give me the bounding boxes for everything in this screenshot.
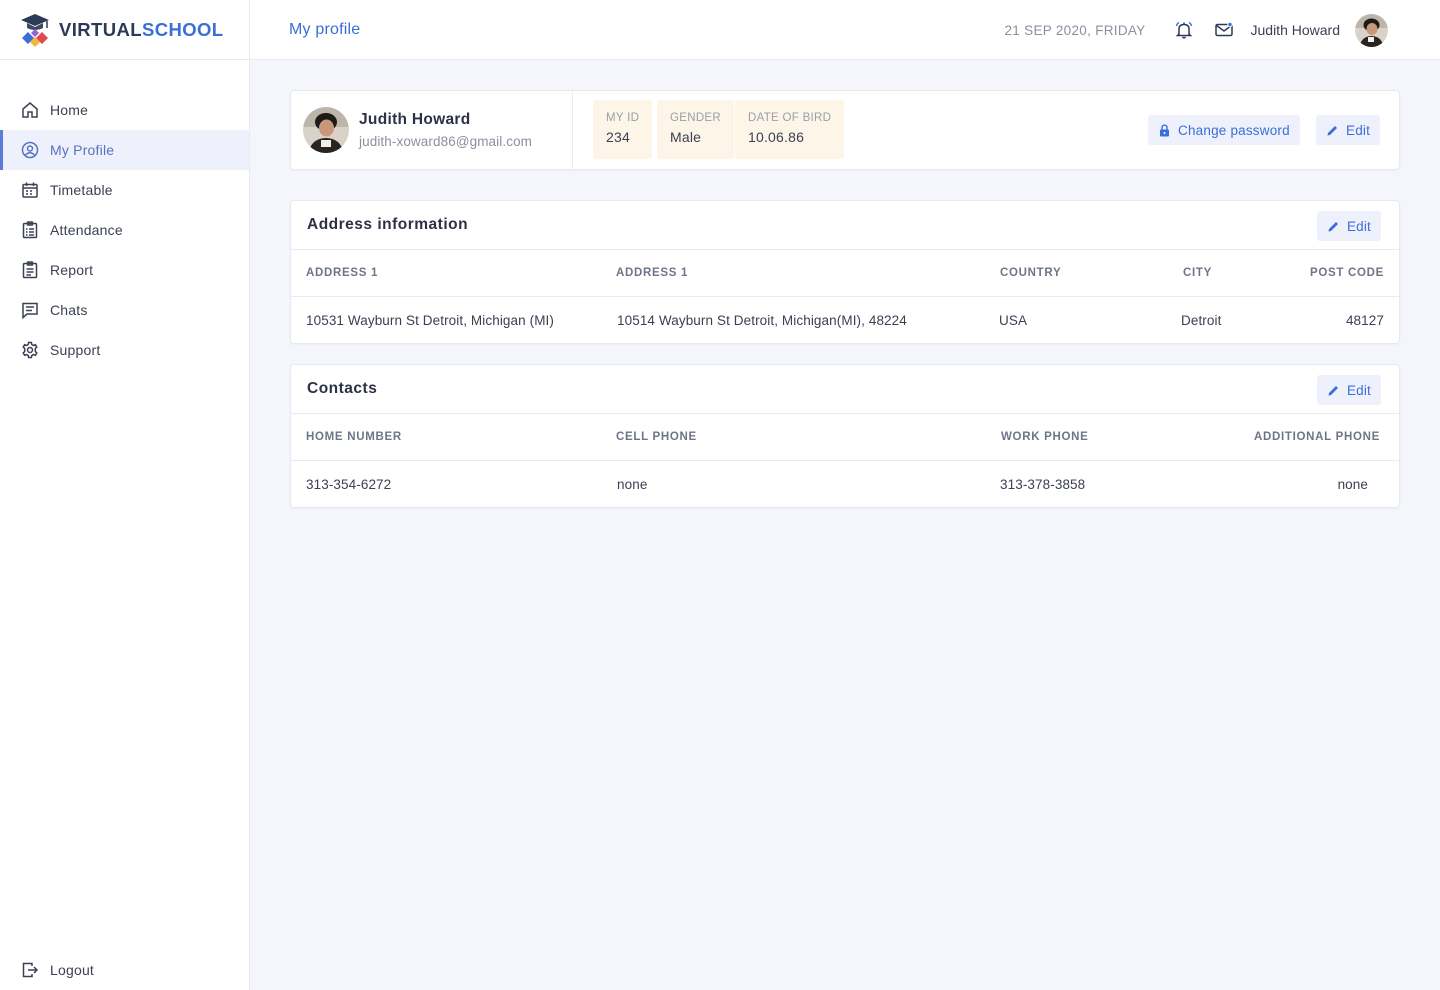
logout-icon: [22, 962, 39, 978]
change-password-label: Change password: [1178, 122, 1290, 138]
notifications-bell-icon[interactable]: [1174, 20, 1194, 40]
sidebar-item-label: Report: [50, 262, 94, 278]
sidebar: VIRTUALSCHOOL Home My Profile Timetable …: [0, 0, 250, 990]
column-header: ADDRESS 1: [616, 267, 689, 279]
table-cell: 313-354-6272: [306, 477, 392, 492]
edit-label: Edit: [1346, 122, 1371, 138]
topbar-right: 21 SEP 2020, FRIDAY Judith Howard: [1004, 0, 1388, 60]
chip-label: DATE OF BIRD: [748, 112, 832, 124]
header-avatar[interactable]: [1355, 13, 1388, 47]
change-password-button[interactable]: Change password: [1148, 115, 1300, 145]
logo-icon: [21, 13, 49, 47]
table-row: 10531 Wayburn St Detroit, Michigan (MI) …: [291, 297, 1399, 343]
sidebar-item-report[interactable]: Report: [0, 250, 249, 290]
current-date: 21 SEP 2020, FRIDAY: [1004, 22, 1146, 38]
sidebar-item-label: My Profile: [50, 142, 115, 158]
table-cell: 48127: [1345, 313, 1384, 328]
sidebar-item-home[interactable]: Home: [0, 90, 249, 130]
section-header: Contacts Edit: [291, 365, 1399, 414]
edit-profile-button[interactable]: Edit: [1316, 115, 1381, 145]
profile-email: judith-xoward86@gmail.com: [359, 134, 533, 149]
sidebar-nav: Home My Profile Timetable Attendance Rep…: [0, 90, 249, 370]
brand-name: VIRTUALSCHOOL: [59, 18, 224, 40]
column-header: CELL PHONE: [616, 431, 697, 443]
table-cell: 10514 Wayburn St Detroit, Michigan(MI), …: [617, 313, 907, 328]
column-header: COUNTRY: [1000, 267, 1062, 279]
sidebar-item-chats[interactable]: Chats: [0, 290, 249, 330]
logout-label: Logout: [50, 962, 95, 978]
table-header-row: ADDRESS 1 ADDRESS 1 COUNTRY CITY POST CO…: [291, 250, 1399, 297]
chip-label: GENDER: [670, 112, 722, 124]
edit-address-button[interactable]: Edit: [1316, 211, 1381, 241]
sidebar-item-label: Chats: [50, 302, 88, 318]
topbar: My profile 21 SEP 2020, FRIDAY Judith Ho…: [250, 0, 1440, 60]
messages-mail-icon[interactable]: [1214, 20, 1234, 40]
profile-name-block: Judith Howard judith-xoward86@gmail.com: [359, 111, 532, 149]
page-title: My profile: [289, 20, 361, 38]
chip-label: MY ID: [606, 112, 640, 124]
avatar-photo-icon: [303, 107, 349, 153]
edit-contacts-button[interactable]: Edit: [1316, 375, 1381, 405]
avatar: [303, 107, 349, 153]
edit-label: Edit: [1346, 218, 1371, 234]
column-header: WORK PHONE: [1001, 431, 1089, 443]
table-cell: 313-378-3858: [1000, 477, 1086, 492]
header-user-name[interactable]: Judith Howard: [1251, 22, 1341, 38]
chip-date-of-birth: DATE OF BIRD 10.06.86: [735, 100, 845, 159]
column-header: ADDITIONAL PHONE: [1254, 431, 1380, 443]
sidebar-item-label: Attendance: [50, 222, 123, 238]
avatar-photo-icon: [1355, 13, 1388, 47]
profile-icon: [21, 141, 39, 159]
chip-value: 10.06.86: [748, 129, 805, 145]
checklist-icon: [22, 221, 38, 239]
gear-icon: [22, 341, 38, 359]
calendar-icon: [22, 182, 38, 198]
section-title: Address information: [307, 216, 469, 233]
pencil-icon: [1327, 125, 1337, 135]
chip-value: 234: [606, 129, 630, 145]
sidebar-item-label: Home: [50, 102, 89, 118]
sidebar-item-label: Support: [50, 342, 101, 358]
report-icon: [22, 261, 38, 279]
sidebar-item-timetable[interactable]: Timetable: [0, 170, 249, 210]
section-header: Address information Edit: [291, 201, 1399, 250]
brand-logo[interactable]: VIRTUALSCHOOL: [0, 0, 249, 60]
column-header: POST CODE: [1309, 267, 1384, 279]
table-cell: 10531 Wayburn St Detroit, Michigan (MI): [306, 313, 554, 328]
chip-my-id: MY ID 234: [593, 100, 653, 159]
sidebar-item-attendance[interactable]: Attendance: [0, 210, 249, 250]
profile-identity: Judith Howard judith-xoward86@gmail.com: [291, 91, 573, 169]
home-icon: [22, 102, 38, 118]
sidebar-item-my-profile[interactable]: My Profile: [0, 130, 249, 170]
edit-label: Edit: [1346, 382, 1371, 398]
table-row: 313-354-6272 none 313-378-3858 none: [291, 461, 1399, 507]
column-header: HOME NUMBER: [306, 431, 402, 443]
sidebar-item-support[interactable]: Support: [0, 330, 249, 370]
address-information-card: Address information Edit ADDRESS 1 ADDRE…: [290, 200, 1400, 344]
table-cell: none: [617, 477, 648, 492]
sidebar-item-label: Timetable: [50, 182, 113, 198]
profile-name: Judith Howard: [359, 111, 471, 128]
column-header: ADDRESS 1: [306, 267, 379, 279]
section-title: Contacts: [307, 380, 378, 397]
profile-summary-card: Judith Howard judith-xoward86@gmail.com …: [290, 90, 1400, 170]
logout-button[interactable]: Logout: [0, 950, 249, 990]
table-cell: Detroit: [1181, 313, 1222, 328]
contacts-card: Contacts Edit HOME NUMBER CELL PHONE WOR…: [290, 364, 1400, 508]
column-header: CITY: [1183, 267, 1212, 279]
lock-icon: [1160, 123, 1169, 136]
pencil-icon: [1328, 221, 1338, 231]
table-cell: none: [1337, 477, 1368, 492]
table-header-row: HOME NUMBER CELL PHONE WORK PHONE ADDITI…: [291, 414, 1399, 461]
chat-icon: [22, 302, 38, 319]
chip-gender: GENDER Male: [657, 100, 735, 159]
chip-value: Male: [670, 129, 702, 145]
pencil-icon: [1328, 385, 1338, 395]
table-cell: USA: [999, 313, 1028, 328]
